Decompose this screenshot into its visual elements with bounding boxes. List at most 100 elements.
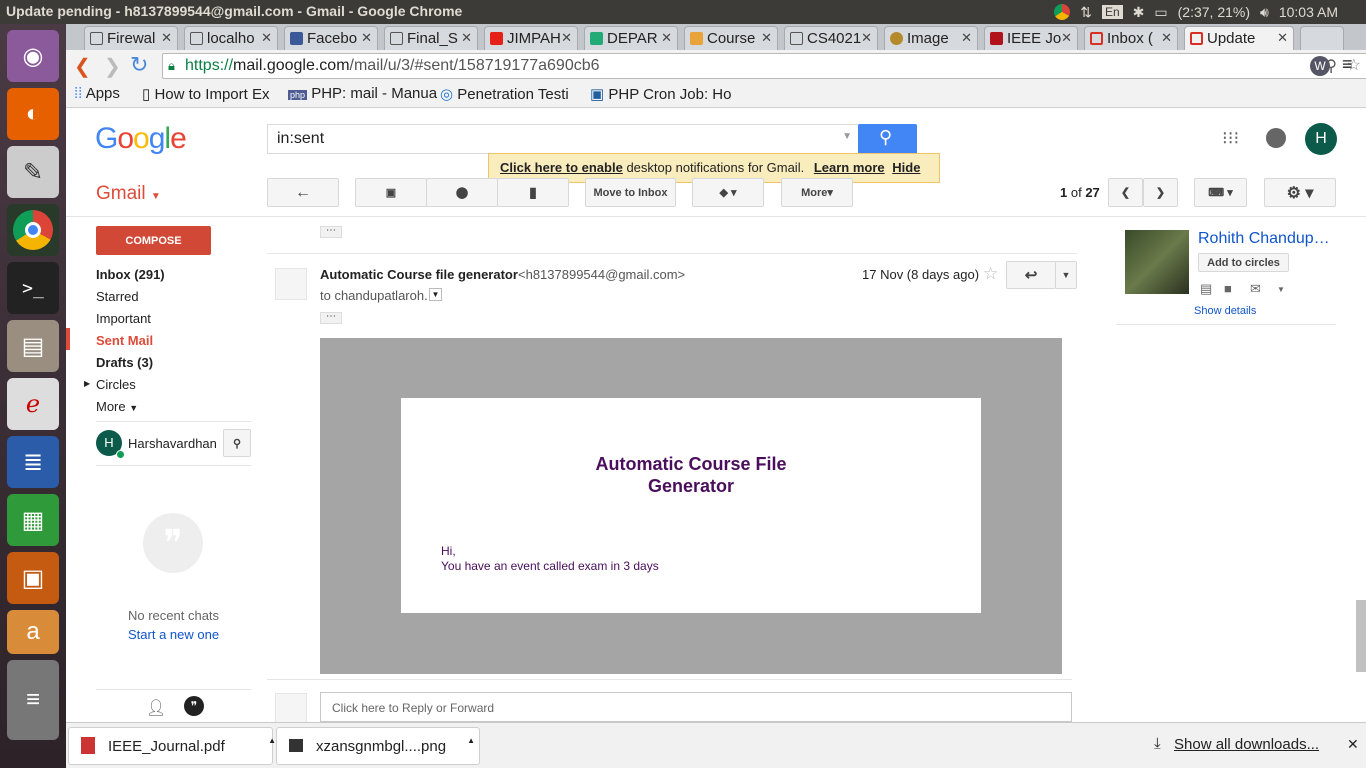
hide-link[interactable]: Hide (892, 160, 920, 175)
pdf-viewer-icon[interactable]: ℯ (7, 378, 59, 430)
bookmark-penetration[interactable]: ◎ Penetration Testi (440, 85, 569, 103)
impress-icon[interactable]: ▣ (7, 552, 59, 604)
chrome-launcher-icon[interactable] (7, 204, 59, 256)
more-button[interactable]: More ▾ (781, 178, 853, 207)
bookmark-import[interactable]: ▯ How to Import Ex (142, 85, 269, 103)
ubuntu-dash-icon[interactable]: ◉ (7, 30, 59, 82)
move-to-inbox-button[interactable]: Move to Inbox (585, 178, 676, 207)
tab-course[interactable]: Course ✕ (684, 26, 778, 50)
nav-starred[interactable]: Starred (96, 289, 139, 304)
sender-name[interactable]: Automatic Course file generator (320, 267, 518, 282)
enable-notifications-link[interactable]: Click here to enable (500, 160, 623, 175)
nav-inbox[interactable]: Inbox (291) (96, 267, 165, 282)
volume-icon[interactable]: 🔊︎ (1260, 4, 1269, 21)
tab-department[interactable]: DEPAR ✕ (584, 26, 678, 50)
forward-icon[interactable]: ❯ (104, 54, 121, 79)
nav-sent-mail[interactable]: Sent Mail (96, 333, 153, 348)
tab-facebook[interactable]: Facebo ✕ (284, 26, 378, 50)
nav-important[interactable]: Important (96, 311, 151, 326)
clock[interactable]: 10:03 AM (1279, 4, 1338, 20)
labels-button[interactable]: ◆ ▾ (692, 178, 764, 207)
terminal-icon[interactable]: >_ (7, 262, 59, 314)
apps-icon[interactable]: ⁝⁝⁝ (1222, 128, 1239, 149)
calc-icon[interactable]: ▦ (7, 494, 59, 546)
report-spam-button[interactable]: ⬤ (426, 178, 498, 207)
older-button[interactable]: ❯ (1143, 178, 1178, 207)
firefox-icon[interactable]: ◐ (7, 88, 59, 140)
tab-update-active[interactable]: Update ✕ (1184, 26, 1294, 50)
search-input[interactable]: in:sent ▼ (267, 124, 859, 154)
mail-icon[interactable]: ✉ (1250, 281, 1261, 297)
settings-button[interactable]: ⚙ ▾ (1264, 178, 1336, 207)
nav-circles[interactable]: Circles (96, 377, 136, 392)
compose-button[interactable]: COMPOSE (96, 226, 211, 255)
show-all-downloads-link[interactable]: Show all downloads... (1174, 736, 1319, 753)
gmail-menu[interactable]: Gmail ▼ (96, 183, 161, 205)
tab-final[interactable]: Final_S ✕ (384, 26, 478, 50)
back-to-sent-button[interactable]: ← (267, 178, 339, 207)
nav-drafts[interactable]: Drafts (3) (96, 355, 153, 370)
chat-user-name[interactable]: Harshavardhan (128, 436, 217, 451)
input-tools-button[interactable]: ⌨ ▾ (1194, 178, 1247, 207)
previous-message-ellipsis[interactable]: ⋯ (320, 226, 342, 238)
tab-cs4021[interactable]: CS4021 ✕ (784, 26, 878, 50)
newer-button[interactable]: ❮ (1108, 178, 1143, 207)
google-logo[interactable]: Google (95, 122, 187, 156)
video-icon[interactable]: ■ (1224, 281, 1232, 296)
battery-icon[interactable]: ▭ (1154, 4, 1167, 21)
contact-name[interactable]: Rohith Chandup… (1198, 230, 1330, 248)
keyboard-lang[interactable]: En (1101, 5, 1123, 19)
tab-youtube[interactable]: JIMPAH ✕ (484, 26, 578, 50)
menu-icon[interactable]: ≡ (1342, 54, 1353, 75)
hangouts-tab-icon[interactable]: ❞ (184, 696, 204, 716)
tab-localhost[interactable]: localho ✕ (184, 26, 278, 50)
download-item-png[interactable]: xzansgnmbgl....png ▲ (276, 727, 480, 765)
new-tab-button[interactable] (1300, 26, 1344, 50)
tab-inbox[interactable]: Inbox (✕ (1084, 26, 1178, 50)
network-icon[interactable]: ⇅ (1080, 4, 1092, 21)
start-chat-link[interactable]: Start a new one (128, 627, 219, 642)
notifications-icon[interactable] (1266, 128, 1286, 148)
tab-ieee[interactable]: IEEE Jo ✕ (984, 26, 1078, 50)
launcher-stack-icon[interactable]: ≡ (7, 660, 59, 740)
reply-button[interactable]: ↩ (1006, 261, 1056, 289)
tab-firewall[interactable]: Firewal ✕ (84, 26, 178, 50)
contact-photo[interactable] (1125, 230, 1189, 294)
chat-search-button[interactable]: ⚲ (223, 429, 251, 457)
search-button[interactable]: ⚲ (858, 124, 917, 154)
url-input[interactable]: 🔒︎ https://mail.google.com/mail/u/3/#sen… (162, 53, 1366, 79)
account-avatar[interactable]: H (1305, 123, 1337, 155)
learn-more-link[interactable]: Learn more (814, 160, 885, 175)
archive-button[interactable]: ▣ (355, 178, 427, 207)
bluetooth-icon[interactable]: ✱ (1133, 4, 1145, 21)
reply-box[interactable]: Click here to Reply or Forward (320, 692, 1072, 722)
page-scrollbar[interactable] (1356, 600, 1366, 672)
download-item-pdf[interactable]: IEEE_Journal.pdf ▲ (68, 727, 276, 765)
bookmark-php-mail[interactable]: php PHP: mail - Manua (288, 85, 437, 102)
back-icon[interactable]: ❮ (74, 54, 91, 79)
search-options-icon[interactable]: ▼ (842, 131, 852, 142)
software-center-icon[interactable]: a (7, 610, 59, 654)
apps-bookmark[interactable]: ⁞⁞ Apps (74, 85, 120, 102)
delete-button[interactable]: ▮ (497, 178, 569, 207)
expand-icon[interactable]: ▶ (84, 379, 90, 388)
reply-more-button[interactable]: ▼ (1055, 261, 1077, 289)
reload-icon[interactable]: ↻ (130, 52, 148, 78)
file-manager-icon[interactable]: ▤ (7, 320, 59, 372)
writer-icon[interactable]: ≣ (7, 436, 59, 488)
contacts-tab-icon[interactable]: 👤︎ (146, 698, 166, 718)
bookmark-cron[interactable]: ▣ PHP Cron Job: Ho (590, 85, 731, 103)
quoted-ellipsis[interactable]: ⋯ (320, 312, 342, 324)
show-details-icon[interactable]: ▼ (429, 288, 442, 301)
add-to-circles-button[interactable]: Add to circles (1198, 253, 1289, 272)
chrome-icon[interactable] (1054, 4, 1071, 20)
text-editor-icon[interactable]: ✎ (7, 146, 59, 198)
close-downloads-icon[interactable]: ✕ (1347, 736, 1359, 753)
show-details-link[interactable]: Show details (1194, 305, 1256, 317)
extension-icon[interactable]: W (1310, 56, 1330, 76)
tab-image[interactable]: Image ✕ (884, 26, 978, 50)
message-icon[interactable]: ▤ (1200, 281, 1212, 297)
nav-more[interactable]: More ▼ (96, 399, 138, 414)
contact-more-icon[interactable]: ▼ (1277, 285, 1285, 294)
star-icon[interactable]: ☆ (983, 264, 998, 284)
